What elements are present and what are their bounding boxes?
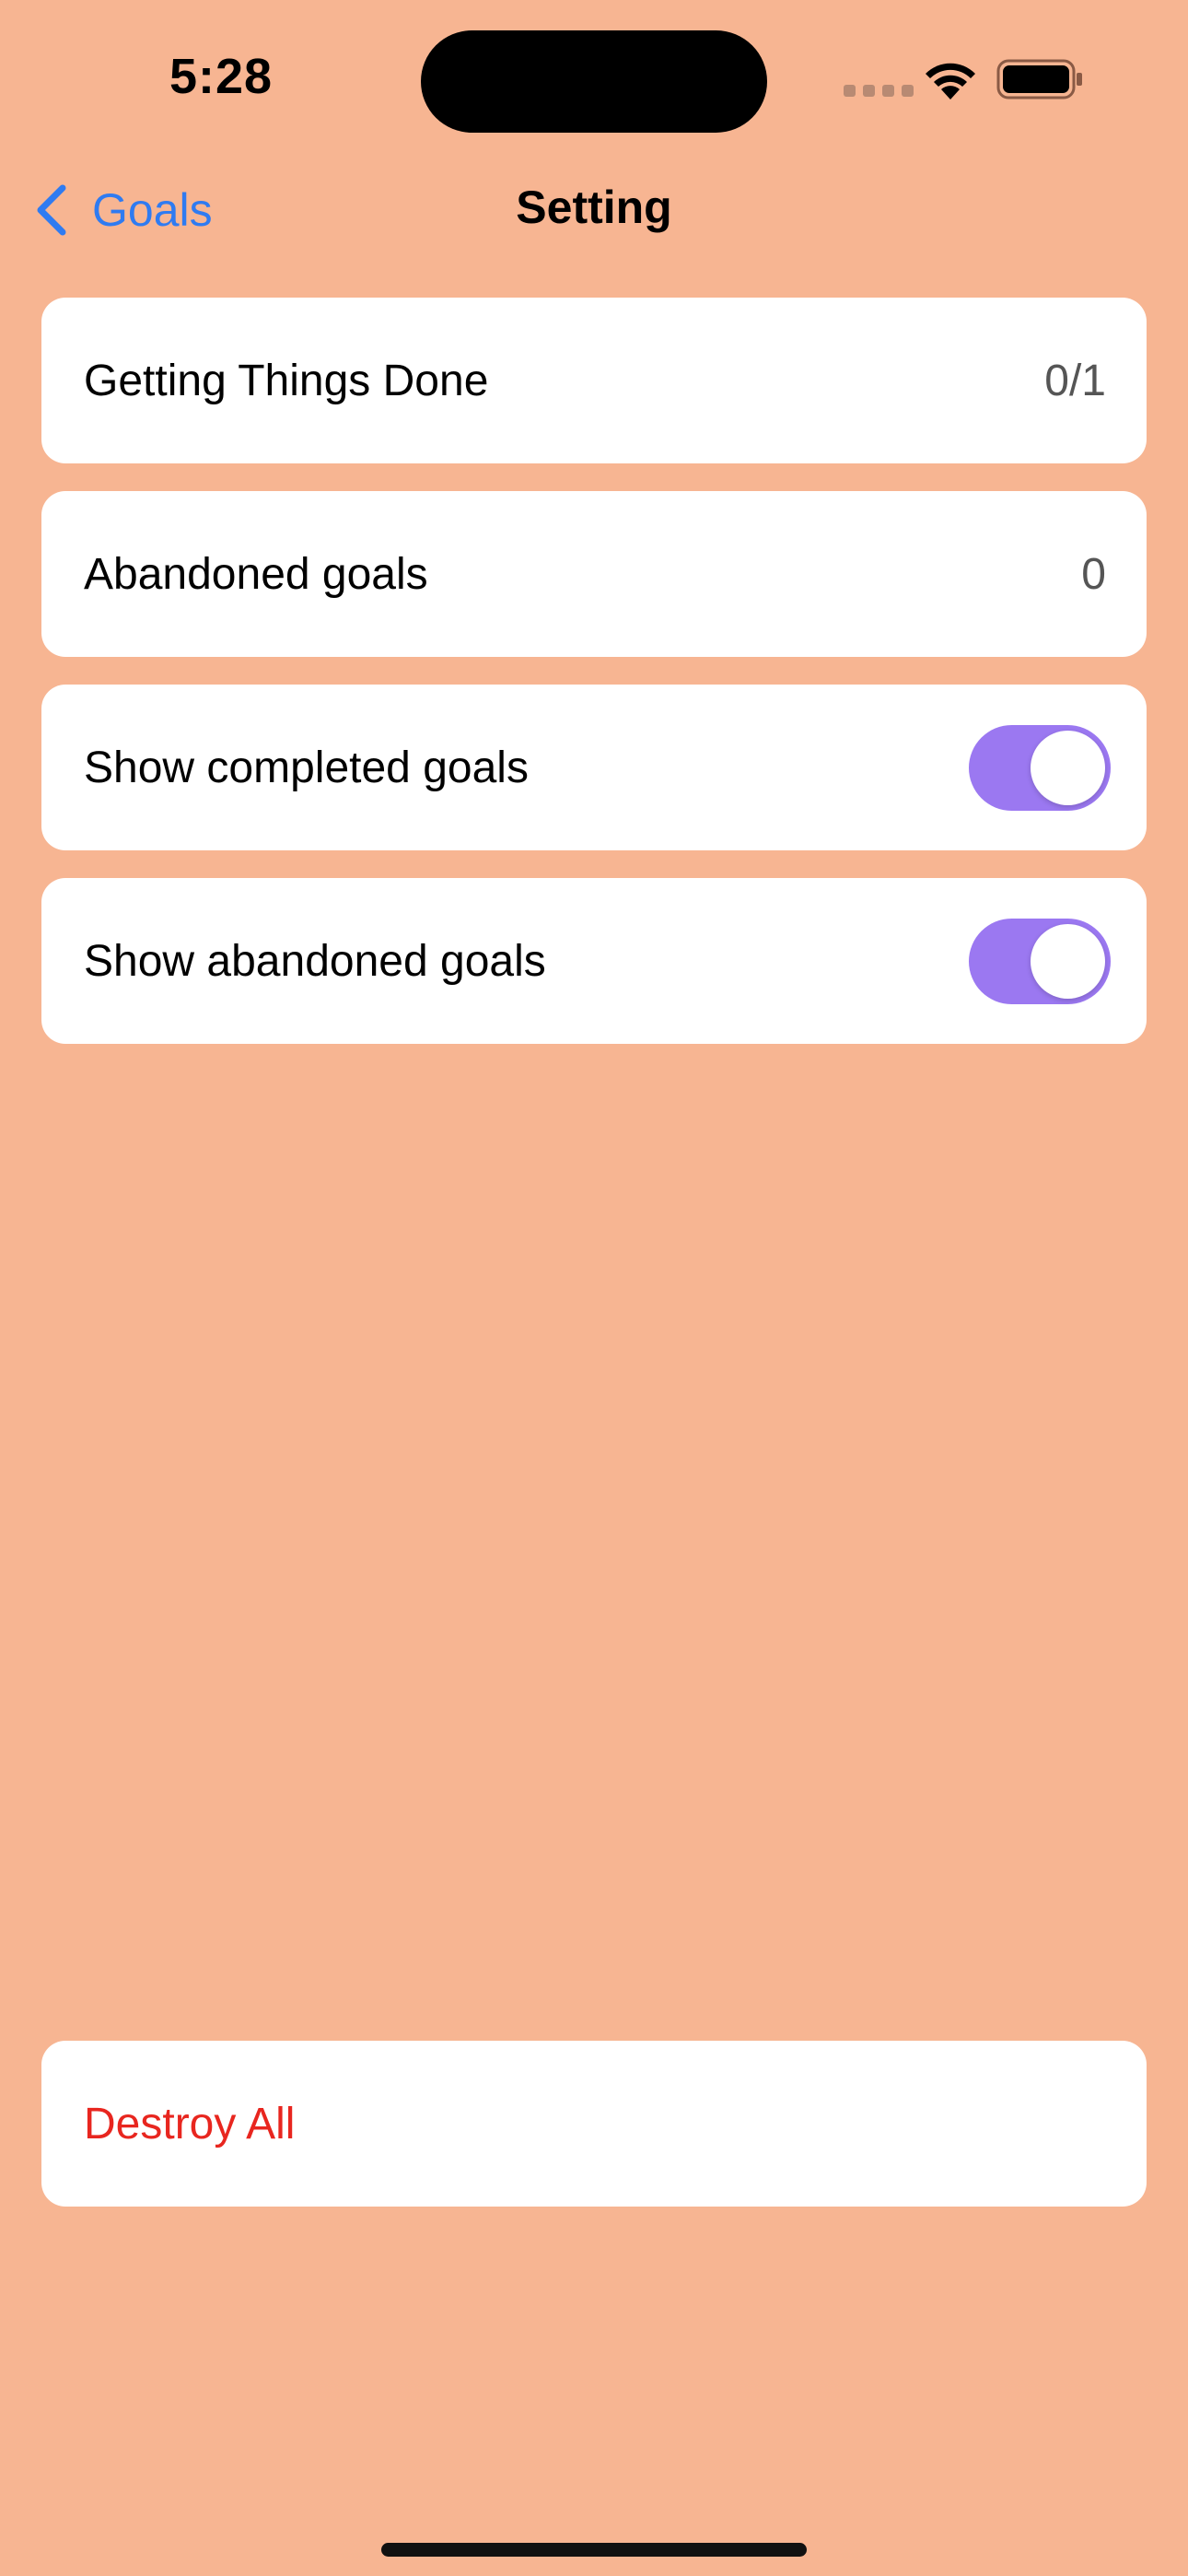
page-title: Setting xyxy=(516,181,672,233)
cellular-signal-icon xyxy=(844,85,914,97)
show-abandoned-goals-toggle[interactable] xyxy=(969,918,1111,1004)
row-label: Getting Things Done xyxy=(84,356,489,405)
row-label: Abandoned goals xyxy=(84,549,428,599)
destroy-all-label: Destroy All xyxy=(84,2099,296,2149)
destroy-all-button[interactable]: Destroy All xyxy=(41,2041,1147,2207)
show-abandoned-goals-row: Show abandoned goals xyxy=(41,878,1147,1044)
toggle-knob xyxy=(1031,730,1105,805)
abandoned-goals-row[interactable]: Abandoned goals 0 xyxy=(41,491,1147,657)
row-label: Show completed goals xyxy=(84,743,529,792)
toggle-knob xyxy=(1031,923,1105,999)
wifi-icon xyxy=(926,63,975,100)
status-time: 5:28 xyxy=(169,49,274,104)
getting-things-done-row[interactable]: Getting Things Done 0/1 xyxy=(41,298,1147,463)
battery-icon xyxy=(996,59,1082,100)
show-completed-goals-toggle[interactable] xyxy=(969,724,1111,811)
row-value: 0 xyxy=(1081,549,1106,599)
home-indicator xyxy=(381,2543,807,2557)
show-completed-goals-row: Show completed goals xyxy=(41,685,1147,850)
row-value: 0/1 xyxy=(1044,356,1106,405)
row-label: Show abandoned goals xyxy=(84,936,546,986)
dynamic-island xyxy=(421,30,767,133)
